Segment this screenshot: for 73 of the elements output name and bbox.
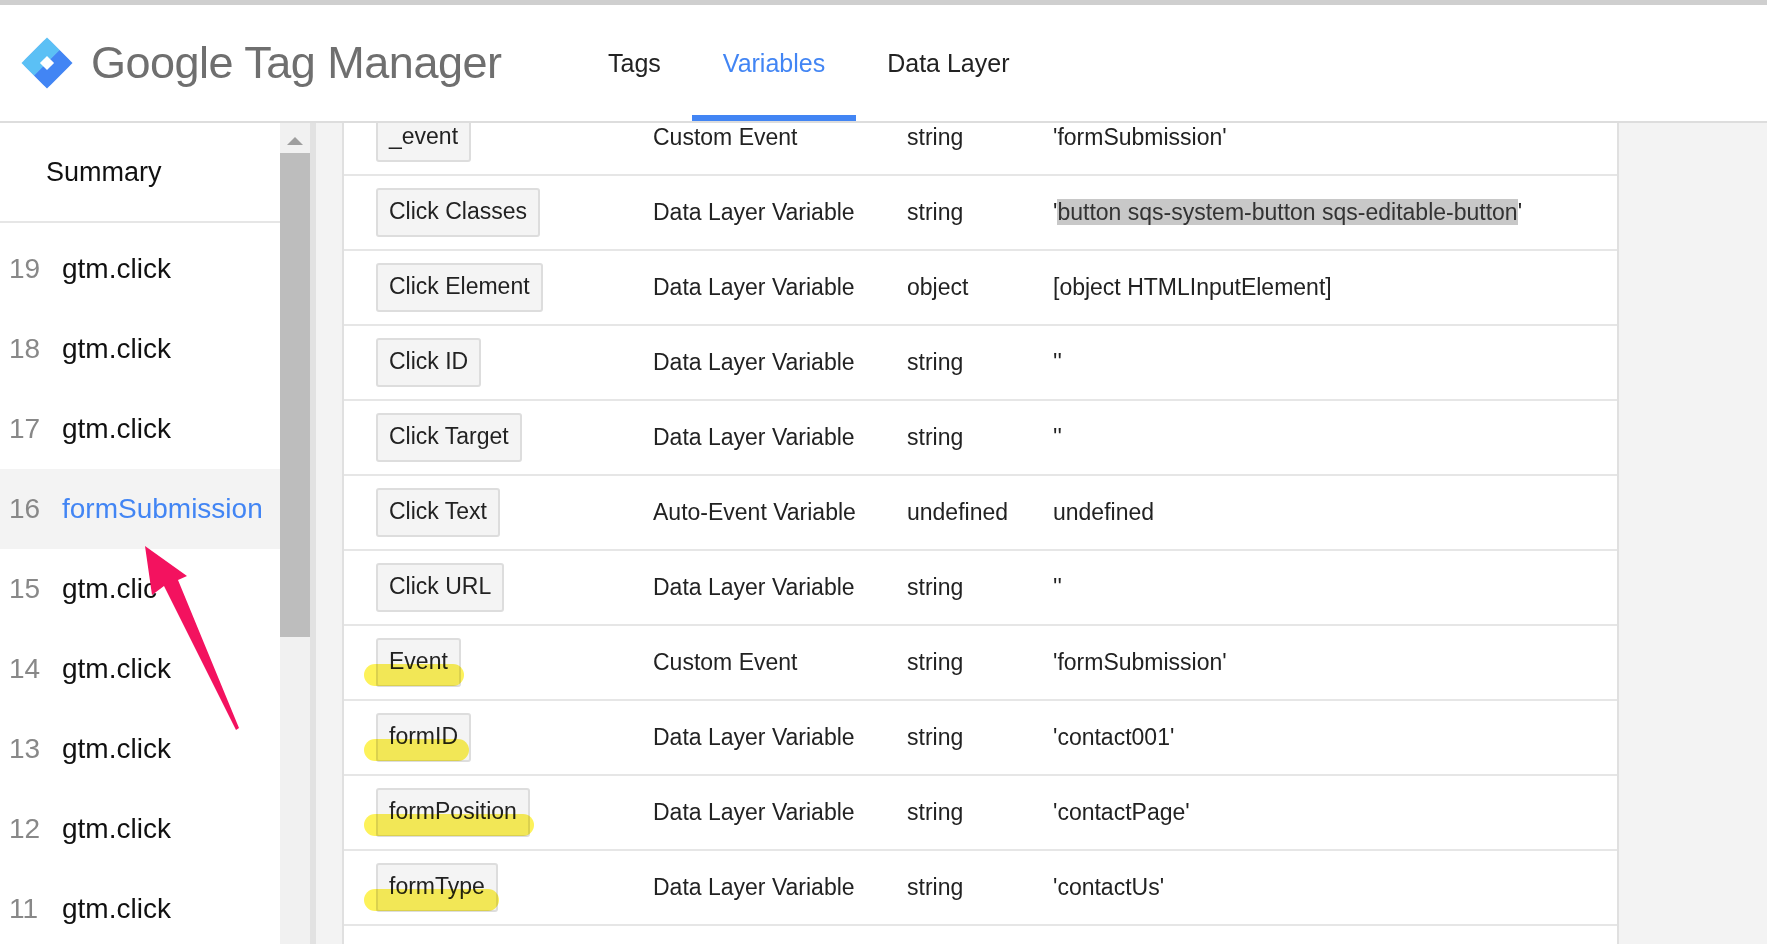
scroll-up-icon[interactable] xyxy=(287,135,303,145)
variable-type: Data Layer Variable xyxy=(653,874,856,901)
variable-type: Data Layer Variable xyxy=(653,199,856,226)
event-number: 19 xyxy=(9,253,42,285)
event-name: formSubmission xyxy=(62,493,263,525)
event-number: 12 xyxy=(9,813,42,845)
event-name: gtm.click xyxy=(62,253,171,285)
data-type: string xyxy=(907,799,965,826)
event-item[interactable]: 15 gtm.clic xyxy=(0,549,280,629)
event-number: 11 xyxy=(9,893,40,925)
variable-value: undefined xyxy=(1053,499,1155,526)
event-name: gtm.clic xyxy=(62,573,157,605)
nav-tab[interactable]: Tags xyxy=(577,5,692,121)
variable-type: Data Layer Variable xyxy=(653,274,856,301)
variable-name-chip[interactable]: Click Text xyxy=(376,488,500,537)
event-name: gtm.click xyxy=(62,733,171,765)
product-name: Google Tag Manager xyxy=(91,37,502,89)
data-type: string xyxy=(907,199,965,226)
variable-name-chip[interactable]: Click URL xyxy=(376,563,505,612)
variable-type: Data Layer Variable xyxy=(653,799,856,826)
variable-value: 'formSubmission' xyxy=(1053,124,1227,151)
event-item[interactable]: 13 gtm.click xyxy=(0,709,280,789)
data-type: string xyxy=(907,874,965,901)
event-number: 16 xyxy=(9,493,42,525)
event-item[interactable]: 17 gtm.click xyxy=(0,389,280,469)
data-type: string xyxy=(907,124,965,151)
data-type: string xyxy=(907,349,965,376)
variable-name-chip[interactable]: Click Target xyxy=(376,413,522,462)
scrollbar-thumb[interactable] xyxy=(280,153,310,637)
variable-type: Data Layer Variable xyxy=(653,424,856,451)
data-type: string xyxy=(907,649,965,676)
data-type: string xyxy=(907,574,965,601)
data-type: string xyxy=(907,724,965,751)
data-type: object xyxy=(907,274,970,301)
variable-type: Data Layer Variable xyxy=(653,574,856,601)
event-number: 18 xyxy=(9,333,42,365)
event-number: 17 xyxy=(9,413,42,445)
variable-value: '' xyxy=(1053,574,1062,601)
nav-tab[interactable]: Variables xyxy=(691,5,857,121)
event-item[interactable]: 18 gtm.click xyxy=(0,309,280,389)
variable-value: 'contact001' xyxy=(1053,724,1175,751)
event-name: gtm.click xyxy=(62,413,171,445)
variable-name-chip[interactable]: Click Classes xyxy=(376,188,541,237)
variable-value: 'formSubmission' xyxy=(1053,649,1227,676)
data-type: string xyxy=(907,424,965,451)
variable-value: 'button sqs-system-button sqs-editable-button' xyxy=(1053,199,1523,226)
variable-type: Custom Event xyxy=(653,649,799,676)
variable-type: Data Layer Variable xyxy=(653,724,856,751)
variable-value: '' xyxy=(1053,424,1062,451)
variable-value: [object HTMLInputElement] xyxy=(1053,274,1332,301)
event-number: 14 xyxy=(9,653,42,685)
event-name: gtm.click xyxy=(62,653,171,685)
nav-tab[interactable]: Data Layer xyxy=(856,5,1041,121)
event-name: gtm.click xyxy=(62,813,171,845)
variable-value: '' xyxy=(1053,349,1062,376)
event-number: 13 xyxy=(9,733,42,765)
variable-type: Auto-Event Variable xyxy=(653,499,857,526)
event-number: 15 xyxy=(9,573,42,605)
event-item[interactable]: 14 gtm.click xyxy=(0,629,280,709)
variable-type: Custom Event xyxy=(653,124,799,151)
data-type: undefined xyxy=(907,499,1010,526)
variable-name-chip[interactable]: Click Element xyxy=(376,263,543,312)
event-name: gtm.click xyxy=(62,893,171,925)
scrollbar[interactable] xyxy=(280,123,316,944)
event-name: gtm.click xyxy=(62,333,171,365)
event-item[interactable]: 12 gtm.click xyxy=(0,789,280,869)
event-item[interactable]: 19 gtm.click xyxy=(0,229,280,309)
variable-value: 'contactPage' xyxy=(1053,799,1190,826)
variable-type: Data Layer Variable xyxy=(653,349,856,376)
variable-name-chip[interactable]: _event xyxy=(376,123,472,162)
variable-name-chip[interactable]: Click ID xyxy=(376,338,482,387)
variable-value: 'contactUs' xyxy=(1053,874,1165,901)
event-item[interactable]: 11 gtm.click xyxy=(0,869,280,944)
